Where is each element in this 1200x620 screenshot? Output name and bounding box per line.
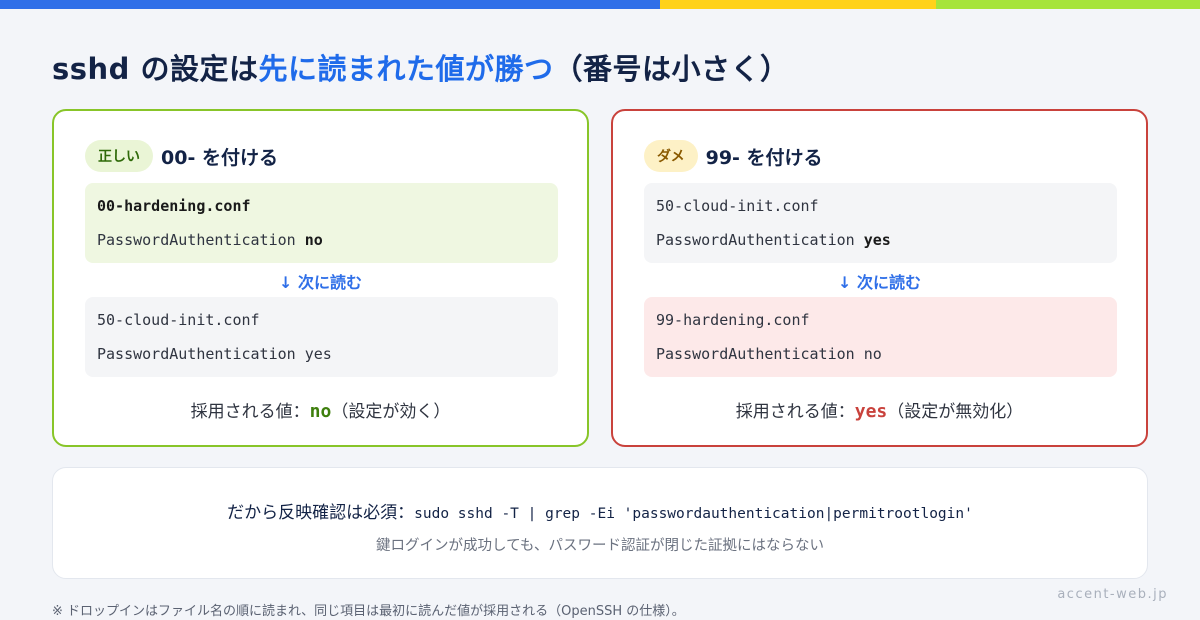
verification-note: 鍵ログインが成功しても、パスワード認証が閉じた証拠にはならない [376, 538, 824, 554]
wrong-second-value: no [863, 345, 882, 363]
wrong-heading: 99- を付ける [705, 146, 823, 169]
correct-result: 採用される値：no（設定が効く） [54, 397, 587, 422]
wrong-first-directive: PasswordAuthentication [656, 231, 855, 249]
correct-next-read-arrow: ↓ 次に読む [279, 273, 362, 292]
wrong-first-file-box: 50-cloud-init.conf PasswordAuthenticatio… [644, 183, 1117, 263]
wrong-result-value: yes [854, 401, 888, 422]
top-bar-yellow-segment [660, 0, 936, 9]
correct-first-directive: PasswordAuthentication [97, 231, 296, 249]
wrong-card-header: ダメ 99- を付ける [644, 140, 823, 172]
verification-command: sudo sshd -T | grep -Ei 'passwordauthent… [414, 506, 973, 522]
top-bar-green-segment [936, 0, 1200, 9]
correct-first-file-box: 00-hardening.conf PasswordAuthentication… [85, 183, 558, 263]
correct-second-filename: 50-cloud-init.conf [97, 311, 260, 329]
wrong-badge: ダメ [644, 140, 698, 172]
correct-result-value: no [309, 401, 332, 422]
brand-watermark: accent-web.jp [1057, 587, 1168, 602]
verification-line: だから反映確認は必須：sudo sshd -T | grep -Ei 'pass… [53, 498, 1147, 523]
title-highlight: 先に読まれた値が勝つ [258, 52, 554, 86]
wrong-second-file-box: 99-hardening.conf PasswordAuthentication… [644, 297, 1117, 377]
footnote: ※ ドロップインはファイル名の順に読まれ、同じ項目は最初に読んだ値が採用される（… [52, 604, 685, 619]
verification-box: だから反映確認は必須：sudo sshd -T | grep -Ei 'pass… [52, 467, 1148, 579]
wrong-second-filename: 99-hardening.conf [656, 311, 810, 329]
wrong-example-card: ダメ 99- を付ける 50-cloud-init.conf PasswordA… [611, 109, 1148, 447]
correct-second-value: yes [304, 345, 332, 363]
wrong-second-directive: PasswordAuthentication [656, 345, 855, 363]
correct-heading: 00- を付ける [161, 146, 278, 169]
correct-result-note: （設定が効く） [331, 402, 451, 422]
wrong-next-read-arrow: ↓ 次に読む [838, 273, 921, 292]
wrong-result: 採用される値：yes（設定が無効化） [613, 397, 1146, 422]
wrong-result-label: 採用される値： [735, 402, 855, 422]
wrong-result-note: （設定が無効化） [887, 402, 1024, 422]
verification-lead: だから反映確認は必須： [227, 503, 415, 523]
top-bar-blue-segment [0, 0, 660, 9]
correct-second-file-box: 50-cloud-init.conf PasswordAuthenticatio… [85, 297, 558, 377]
correct-first-value: no [304, 231, 323, 249]
correct-badge: 正しい [85, 140, 153, 172]
correct-card-header: 正しい 00- を付ける [85, 140, 278, 172]
title-part2: （番号は小さく） [553, 52, 790, 86]
wrong-first-filename: 50-cloud-init.conf [656, 197, 819, 215]
correct-result-label: 採用される値： [190, 402, 310, 422]
wrong-first-value: yes [863, 231, 891, 249]
title-part1: sshd の設定は [52, 52, 259, 86]
correct-first-filename: 00-hardening.conf [97, 197, 251, 215]
correct-second-directive: PasswordAuthentication [97, 345, 296, 363]
page-title: sshd の設定は先に読まれた値が勝つ（番号は小さく） [52, 46, 790, 88]
correct-example-card: 正しい 00- を付ける 00-hardening.conf PasswordA… [52, 109, 589, 447]
top-color-bar [0, 0, 1200, 9]
